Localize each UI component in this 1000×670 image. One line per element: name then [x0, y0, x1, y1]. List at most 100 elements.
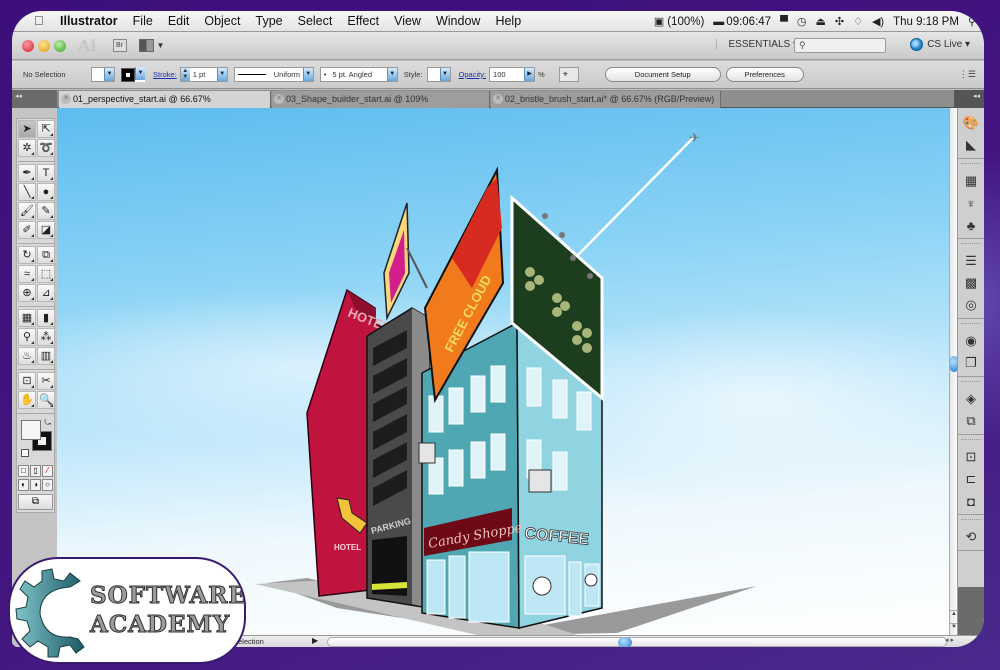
- status-menu-arrow[interactable]: ▶: [312, 636, 318, 645]
- apple-icon[interactable]: : [34, 14, 48, 28]
- bridge-button[interactable]: Br: [112, 39, 127, 52]
- close-tab-icon[interactable]: ✕: [61, 94, 71, 104]
- horizontal-scrollbar[interactable]: [327, 637, 947, 647]
- scale-tool[interactable]: ⧉: [37, 246, 55, 264]
- bluetooth-icon[interactable]: ✣: [835, 15, 844, 28]
- links-icon[interactable]: ⟲: [958, 526, 984, 548]
- panel-menu-icon[interactable]: ⋮☰: [959, 69, 976, 80]
- battery-icon[interactable]: ▣: [654, 15, 664, 28]
- display-icon[interactable]: ▀: [780, 16, 788, 28]
- close-tab-icon[interactable]: ✕: [274, 94, 284, 104]
- free-transform-tool[interactable]: ⬚: [37, 265, 55, 283]
- rotate-tool[interactable]: ↻: [18, 246, 36, 264]
- perspective-grid-tool[interactable]: ⊿: [37, 284, 55, 302]
- graphic-style-dropdown[interactable]: ▼: [426, 67, 451, 82]
- draw-behind-icon[interactable]: ◑: [30, 479, 41, 491]
- artboards-icon[interactable]: ⧉: [958, 410, 984, 432]
- artboard-tool[interactable]: ⊡: [18, 372, 36, 390]
- gradient-mode-icon[interactable]: ▯: [30, 465, 41, 477]
- stroke-weight-field[interactable]: ▲ ▼ 1 pt ▼: [179, 67, 228, 82]
- minimize-window-button[interactable]: [38, 39, 50, 52]
- blob-brush-tool[interactable]: ✐: [18, 221, 36, 239]
- city-illustration[interactable]: ✈ HOTEL HOTEL PARKING Candy Shoppe COFFE…: [57, 108, 949, 635]
- preferences-button[interactable]: Preferences: [725, 67, 804, 82]
- direct-selection-tool[interactable]: ⇱: [37, 120, 55, 138]
- menu-help[interactable]: Help: [495, 14, 521, 28]
- symbols-icon[interactable]: ♣: [958, 214, 984, 236]
- wifi-icon[interactable]: ♢: [853, 15, 863, 28]
- tab-perspective-start[interactable]: ✕ 01_perspective_start.ai @ 66.67% (RGB/…: [59, 91, 271, 120]
- spotlight-icon[interactable]: ⚲: [968, 15, 976, 28]
- pen-tool[interactable]: ✒: [18, 164, 36, 182]
- horizontal-scroll-thumb[interactable]: [618, 637, 632, 647]
- stroke-stepper[interactable]: ▲ ▼: [180, 68, 190, 81]
- menubar-clock[interactable]: Thu 9:18 PM: [893, 16, 959, 28]
- pencil-tool[interactable]: ✎: [37, 202, 55, 220]
- screen-mode-button[interactable]: ⧉: [18, 494, 53, 510]
- layers-icon[interactable]: ◈: [958, 388, 984, 410]
- line-tool[interactable]: ╲: [18, 183, 36, 201]
- graphic-styles-icon[interactable]: ❐: [958, 352, 984, 374]
- warp-tool[interactable]: ≈: [18, 265, 36, 283]
- hand-tool[interactable]: ✋: [18, 391, 36, 409]
- transparency-icon[interactable]: ◎: [958, 294, 984, 316]
- color-icon[interactable]: 🎨: [958, 112, 984, 134]
- symbol-sprayer-tool[interactable]: ♨: [18, 347, 36, 365]
- select-similar-button[interactable]: ⌖: [558, 67, 579, 82]
- swap-fill-stroke-icon[interactable]: ⤿: [44, 418, 51, 428]
- blend-tool[interactable]: ⁂: [37, 328, 55, 346]
- opacity-field[interactable]: 100 ▶: [489, 67, 536, 82]
- zoom-tool[interactable]: 🔍: [37, 391, 55, 409]
- close-tab-icon[interactable]: ✕: [493, 94, 503, 104]
- lasso-tool[interactable]: ➰: [37, 139, 55, 157]
- opacity-panel-link[interactable]: Opacity:: [459, 70, 487, 79]
- color-guide-icon[interactable]: ◣: [958, 134, 984, 156]
- slice-tool[interactable]: ✂: [37, 372, 55, 390]
- help-search-input[interactable]: ⚲: [794, 38, 886, 53]
- align-icon[interactable]: ⊏: [958, 468, 984, 490]
- expand-panels-icon[interactable]: ◂◂: [954, 90, 984, 108]
- transform-icon[interactable]: ⊡: [958, 446, 984, 468]
- default-fill-stroke-icon[interactable]: [21, 449, 29, 457]
- artboard-canvas[interactable]: ✈ HOTEL HOTEL PARKING Candy Shoppe COFFE…: [57, 108, 949, 635]
- paintbrush-tool[interactable]: 🖌: [18, 202, 36, 220]
- arrange-documents-button[interactable]: [138, 39, 154, 52]
- document-setup-button[interactable]: Document Setup: [604, 67, 721, 82]
- fill-color-dropdown[interactable]: ▼: [91, 67, 115, 82]
- stroke-icon[interactable]: ☰: [958, 250, 984, 272]
- ellipse-tool[interactable]: ●: [37, 183, 55, 201]
- stroke-panel-link[interactable]: Stroke:: [153, 70, 177, 79]
- draw-normal-icon[interactable]: ◐: [18, 479, 29, 491]
- fill-swatch[interactable]: [21, 420, 41, 440]
- collapse-panel-icon[interactable]: ◂◂: [12, 90, 57, 108]
- chevron-down-icon[interactable]: ▼: [157, 41, 165, 50]
- menu-object[interactable]: Object: [204, 14, 240, 28]
- gradient-icon[interactable]: ▩: [958, 272, 984, 294]
- pathfinder-icon[interactable]: ◘: [958, 490, 984, 512]
- menu-app-name[interactable]: Illustrator: [60, 14, 118, 28]
- scroll-left-right-arrows[interactable]: ◂ ▸: [945, 636, 954, 644]
- menu-type[interactable]: Type: [256, 14, 283, 28]
- swatches-icon[interactable]: ▦: [958, 170, 984, 192]
- menu-view[interactable]: View: [394, 14, 421, 28]
- none-icon[interactable]: ⁄: [42, 465, 53, 477]
- menu-window[interactable]: Window: [436, 14, 480, 28]
- brush-definition-dropdown[interactable]: • 5 pt. Angled ▼: [319, 67, 398, 82]
- volume-icon[interactable]: ◀): [872, 15, 884, 28]
- eraser-tool[interactable]: ◪: [37, 221, 55, 239]
- workspace-switcher[interactable]: ESSENTIALS ▾: [715, 39, 798, 50]
- selection-tool[interactable]: ➤: [18, 120, 36, 138]
- draw-inside-icon[interactable]: ○: [42, 479, 53, 491]
- tab-bristle-brush-start[interactable]: ✕ 02_bristle_brush_start.ai* @ 66.67% (R…: [491, 91, 721, 108]
- mesh-tool[interactable]: ▦: [18, 309, 36, 327]
- type-tool[interactable]: T: [37, 164, 55, 182]
- timer-icon[interactable]: ▬: [713, 16, 724, 28]
- menu-select[interactable]: Select: [298, 14, 333, 28]
- color-icon[interactable]: □: [18, 465, 29, 477]
- close-window-button[interactable]: [22, 39, 34, 52]
- appearance-icon[interactable]: ◉: [958, 330, 984, 352]
- vertical-scrollbar[interactable]: ▲ ▼: [949, 108, 958, 635]
- zoom-window-button[interactable]: [54, 39, 66, 52]
- eject-icon[interactable]: ⏏: [815, 15, 825, 28]
- magic-wand-tool[interactable]: ✲: [18, 139, 36, 157]
